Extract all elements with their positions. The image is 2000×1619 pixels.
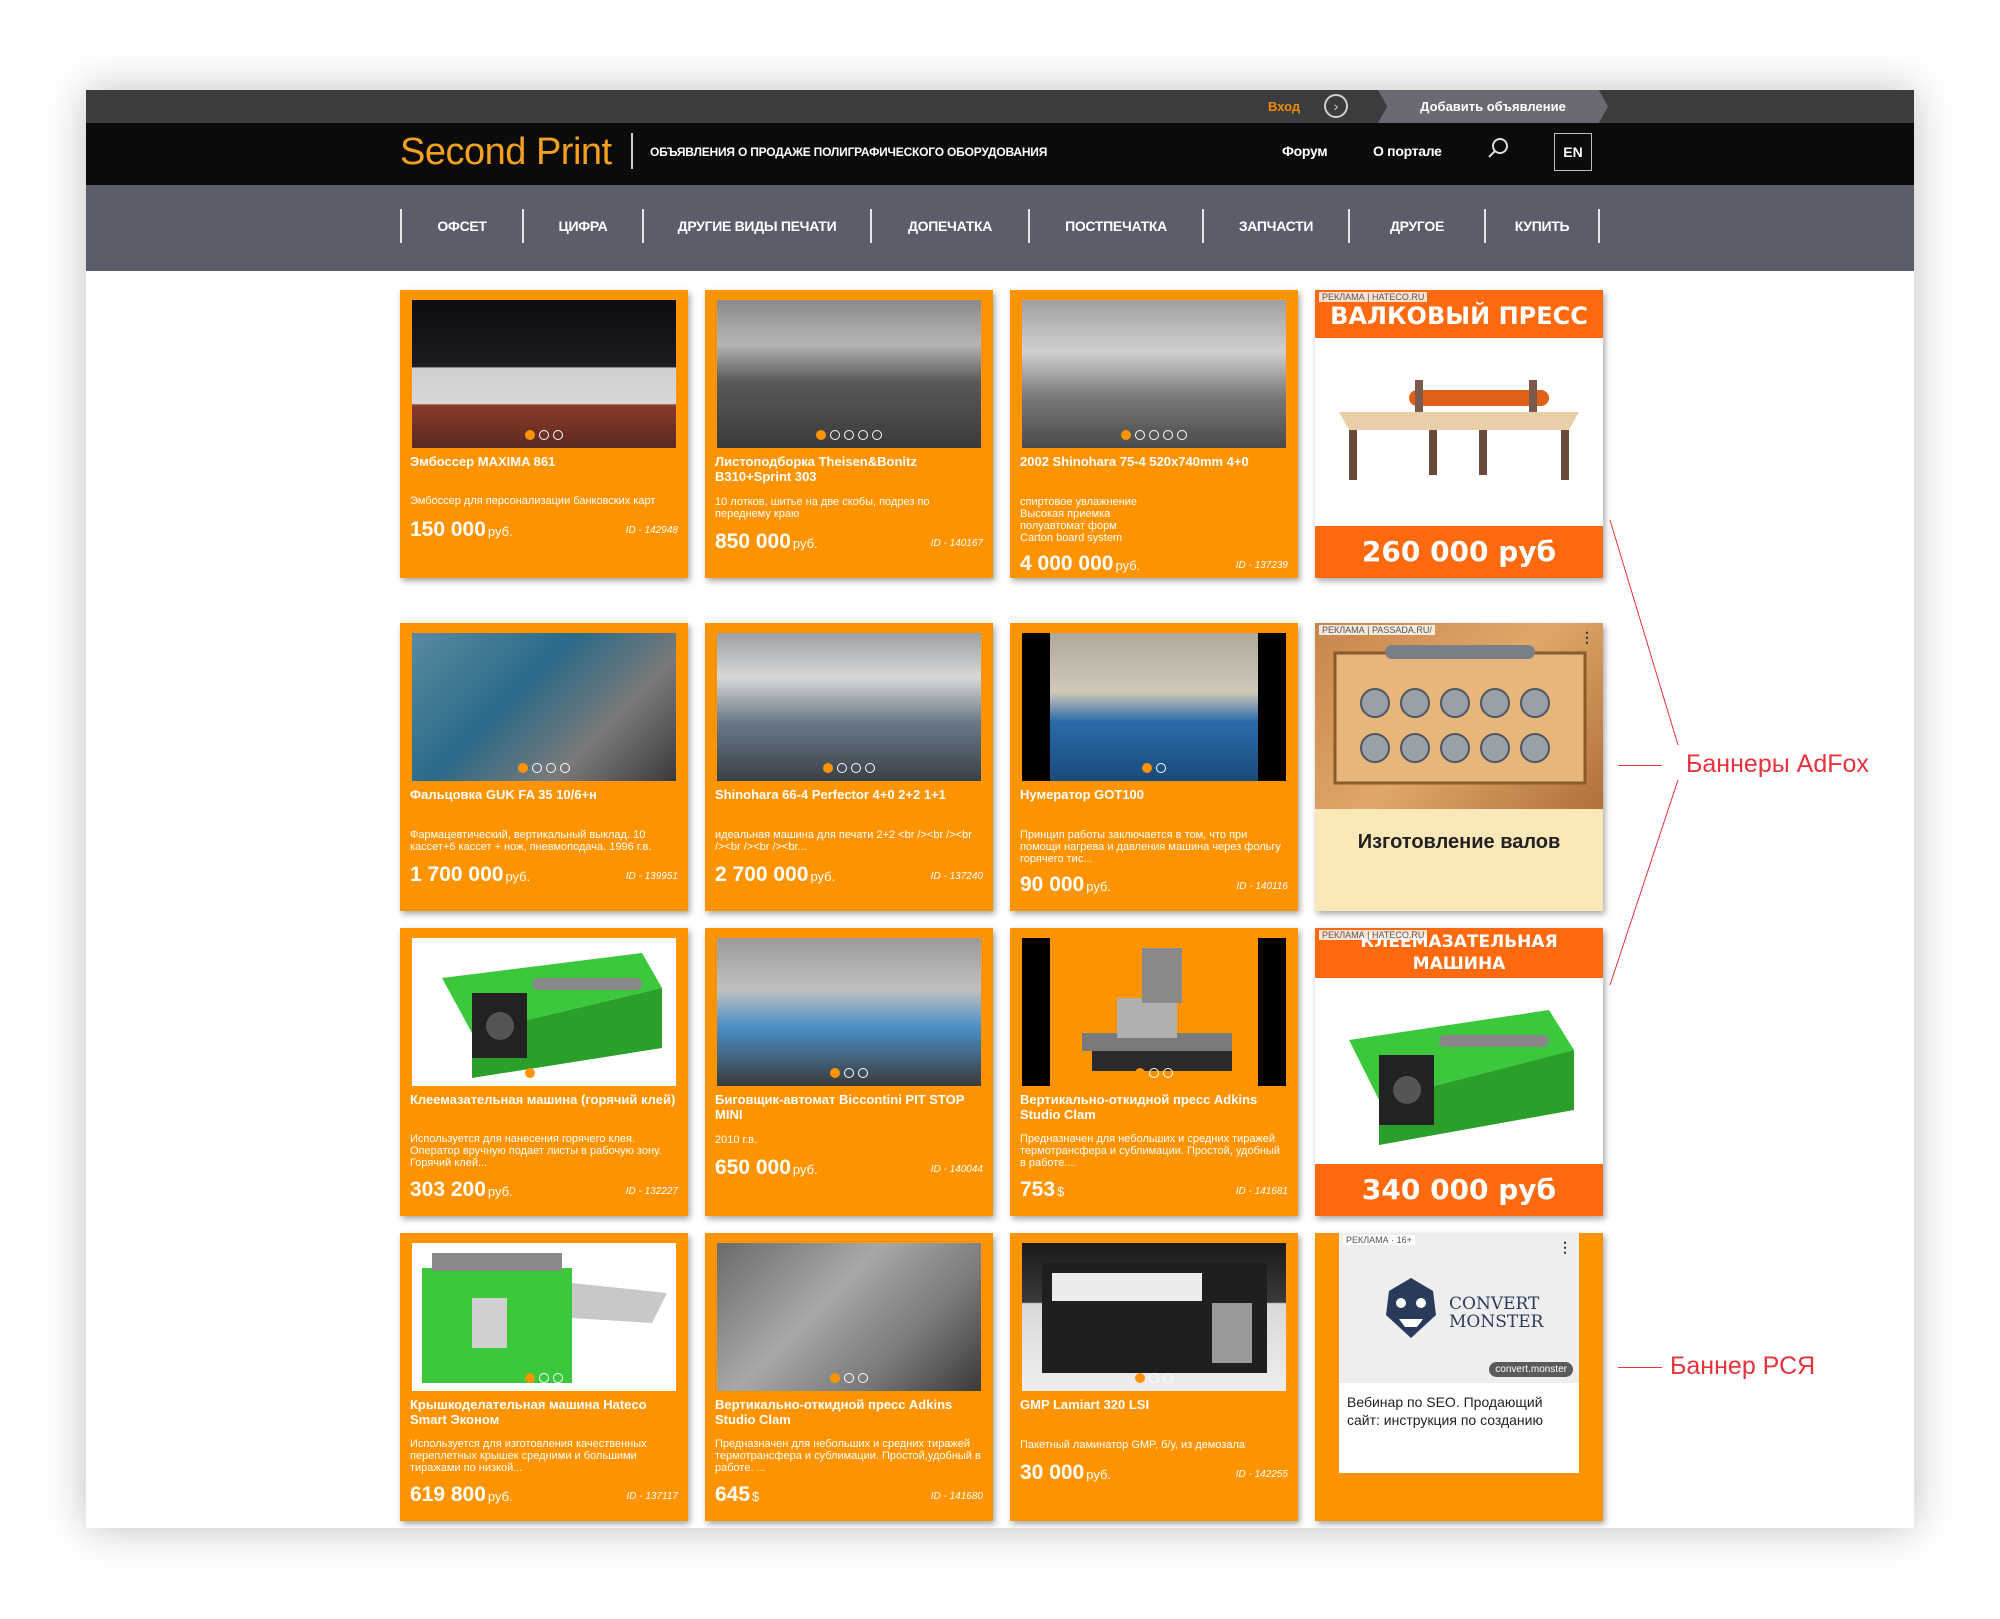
annotation-adfox: Баннеры AdFox: [1686, 750, 1869, 778]
annotation-rsya: Баннер РСЯ: [1670, 1352, 1816, 1380]
annotation-dash: [1618, 765, 1662, 766]
annotation-dash: [1618, 1367, 1662, 1368]
